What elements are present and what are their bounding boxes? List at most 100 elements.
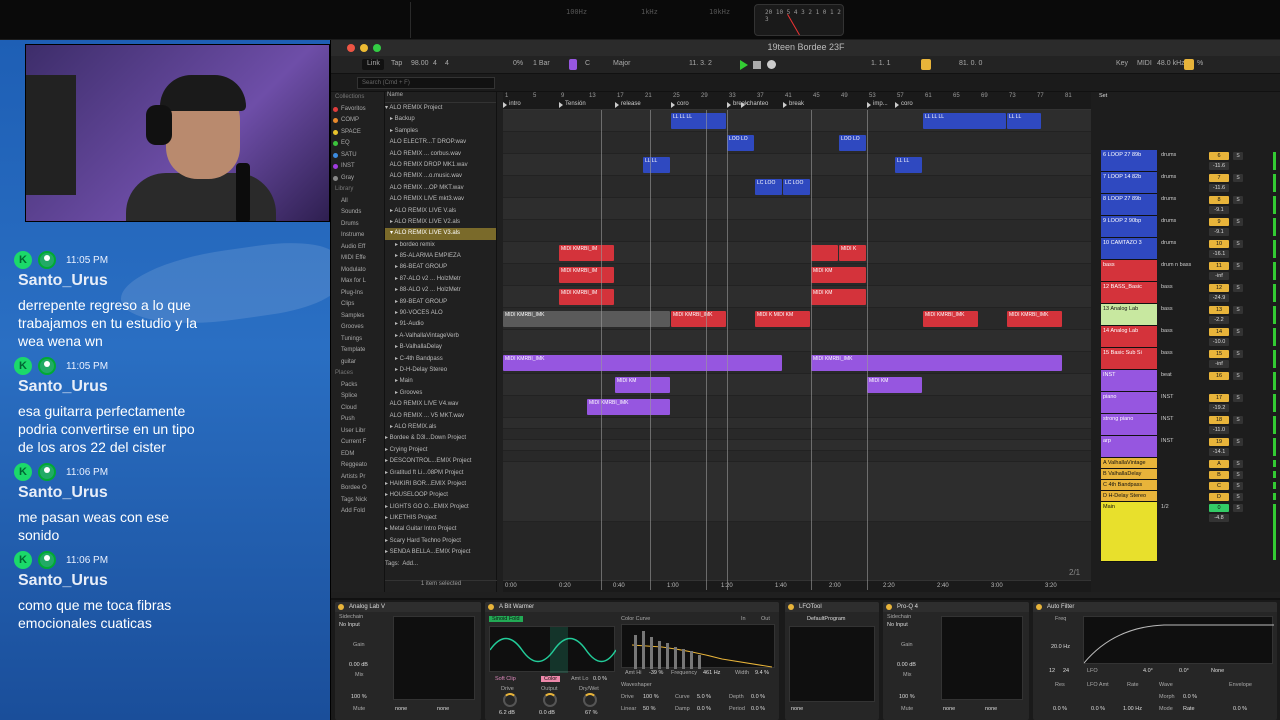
track-activator-button[interactable]: B [1209, 471, 1229, 479]
track-input-routing[interactable]: INST [1161, 416, 1174, 422]
solo-button[interactable]: S [1233, 262, 1243, 270]
arrangement-clip[interactable]: MIDI K [839, 245, 866, 261]
arrangement-clip[interactable]: MIDI KMRBI_IMK [503, 355, 782, 371]
browser-file-item[interactable]: ▸ bordeo remix [385, 240, 496, 251]
track-input-routing[interactable]: 1/2 [1161, 504, 1169, 510]
browser-category-item[interactable]: Favoritos [331, 104, 384, 116]
track-header[interactable]: C 4th Bandpass [1101, 480, 1157, 491]
solo-button[interactable]: S [1233, 240, 1243, 248]
arrangement-clip[interactable]: LC LOO [783, 179, 810, 195]
browser-category-item[interactable]: INST [331, 161, 384, 173]
track-volume[interactable]: -14.1 [1209, 448, 1229, 456]
lfotool-title[interactable]: LFOTool [785, 602, 879, 612]
locator-marker[interactable]: Tensión [559, 101, 586, 108]
browser-category-item[interactable]: User Libr [331, 426, 384, 438]
solo-button[interactable]: S [1233, 504, 1243, 512]
solo-button[interactable]: S [1233, 460, 1243, 468]
play-icon[interactable] [740, 60, 748, 70]
bitwarmer-title[interactable]: A Bit Warmer [485, 602, 779, 612]
track-volume[interactable]: -10.0 [1209, 338, 1229, 346]
frequency-value[interactable]: 461 Hz [703, 670, 720, 676]
track-volume[interactable]: -9.1 [1209, 228, 1229, 236]
analog-lab-param-1[interactable]: none [395, 706, 407, 712]
track-header[interactable]: D H-Delay Stereo [1101, 491, 1157, 502]
time-sig-denominator[interactable]: 4 [445, 60, 449, 67]
proq4-param-1[interactable]: none [943, 706, 955, 712]
time-ruler[interactable]: 0:000:200:401:001:201:402:002:202:403:00… [503, 580, 1091, 592]
track-volume[interactable]: -9.1 [1209, 206, 1229, 214]
locator-marker[interactable]: coro [895, 101, 913, 108]
track-activator-button[interactable]: 16 [1209, 372, 1229, 380]
track-activator-button[interactable]: D [1209, 493, 1229, 501]
track-volume[interactable]: -16.1 [1209, 250, 1229, 258]
browser-file-item[interactable]: ALO REMIX DROP MK1.wav [385, 160, 496, 171]
track-header[interactable]: 13 Analog Lab [1101, 304, 1157, 326]
track-lane[interactable] [503, 154, 1091, 176]
track-lane[interactable] [503, 132, 1091, 154]
track-activator-button[interactable]: 17 [1209, 394, 1229, 402]
locator-marker[interactable]: chanteo [741, 101, 768, 108]
arrangement-clip[interactable]: LL LL [895, 157, 922, 173]
proq4-param-2[interactable]: none [985, 706, 997, 712]
browser-category-item[interactable]: guitar [331, 357, 384, 369]
browser-category-item[interactable]: Clips [331, 299, 384, 311]
browser-file-item[interactable]: ▸ ALO REMIX LIVE V2.als [385, 217, 496, 228]
track-header[interactable]: 14 Analog Lab [1101, 326, 1157, 348]
arrangement-clip[interactable]: MIDI KMRBI_IMK [811, 355, 1062, 371]
browser-category-item[interactable]: Grooves [331, 322, 384, 334]
track-header[interactable]: Main [1101, 502, 1157, 562]
browser-file-item[interactable]: ALO REMIX ... corbus.wav [385, 149, 496, 160]
browser-file-item[interactable]: ▸ Grooves [385, 388, 496, 399]
browser-category-item[interactable]: Cloud [331, 403, 384, 415]
loop-length[interactable]: 81. 0. 0 [959, 60, 982, 67]
track-header[interactable]: 15 Basic Sub Si [1101, 348, 1157, 370]
browser-file-item[interactable]: ▸ C-4th Bandpass [385, 354, 496, 365]
browser-category-item[interactable]: EQ [331, 138, 384, 150]
track-activator-button[interactable]: 18 [1209, 416, 1229, 424]
browser-category-item[interactable]: Tunings [331, 334, 384, 346]
browser-file-item[interactable]: ALO REMIX ...o.music.wav [385, 171, 496, 182]
track-header[interactable]: B ValhallaDelay [1101, 469, 1157, 480]
arrangement-clip[interactable]: LOO LO [839, 135, 866, 151]
browser-category-item[interactable]: Modulato [331, 265, 384, 277]
arrangement-clip[interactable]: MIDI KMRBI_IM [559, 245, 614, 261]
browser-file-item[interactable]: ▾ ALO REMIX Project [385, 103, 496, 114]
browser-category-item[interactable]: All [331, 196, 384, 208]
arrangement-clip[interactable]: LL LL [643, 157, 670, 173]
solo-button[interactable]: S [1233, 218, 1243, 226]
track-header[interactable]: piano [1101, 392, 1157, 414]
arrangement-clip[interactable]: MIDI KMRBI_IM [559, 267, 614, 283]
browser-file-item[interactable]: ▸ 88-ALO v2 ... HolzMetr [385, 285, 496, 296]
key-map-button[interactable]: Key [1116, 60, 1128, 67]
bitwarmer-mode-select[interactable]: Sinoid Fold [489, 616, 523, 622]
browser-category-item[interactable]: Instrume [331, 230, 384, 242]
browser-file-item[interactable]: ▸ 89-BEAT GROUP [385, 297, 496, 308]
time-sig-numerator[interactable]: 4 [433, 60, 437, 67]
depth-value[interactable]: 0.0 % [751, 694, 765, 700]
af-lfo-amt-value[interactable]: 0.0 % [1091, 706, 1105, 712]
browser-category-item[interactable]: Push [331, 414, 384, 426]
solo-button[interactable]: S [1233, 350, 1243, 358]
track-lane[interactable] [503, 429, 1091, 440]
autofilter-title[interactable]: Auto Filter [1033, 602, 1277, 612]
browser-category-item[interactable]: Sounds [331, 207, 384, 219]
browser-file-item[interactable]: ALO REMIX LIVE mkt3.wav [385, 194, 496, 205]
ws-drive-value[interactable]: 100 % [643, 694, 659, 700]
arrangement-clip[interactable]: MIDI KM [811, 289, 866, 305]
loop-toggle-icon[interactable] [921, 59, 931, 70]
analog-lab-gain-value[interactable]: 0.00 dB [349, 662, 368, 668]
proq4-gain-value[interactable]: 0.00 dB [897, 662, 916, 668]
track-header[interactable]: A ValhallaVintage [1101, 458, 1157, 469]
track-activator-button[interactable]: 10 [1209, 240, 1229, 248]
track-input-routing[interactable]: drum n bass [1161, 262, 1191, 268]
browser-category-item[interactable]: Reggeato [331, 460, 384, 472]
analog-lab-mute-button[interactable]: Mute [353, 706, 365, 712]
browser-category-item[interactable]: Gray [331, 173, 384, 185]
af-freq-value[interactable]: 20.0 Hz [1051, 644, 1070, 650]
browser-category-item[interactable]: COMP [331, 115, 384, 127]
arrangement-clip[interactable]: MIDI KMRBI_IMK [1007, 311, 1062, 327]
track-volume[interactable]: -inf [1209, 360, 1229, 368]
af-rate-value[interactable]: 1.00 Hz [1123, 706, 1142, 712]
quantization-select[interactable]: 1 Bar [533, 60, 550, 67]
track-input-routing[interactable]: INST [1161, 394, 1174, 400]
